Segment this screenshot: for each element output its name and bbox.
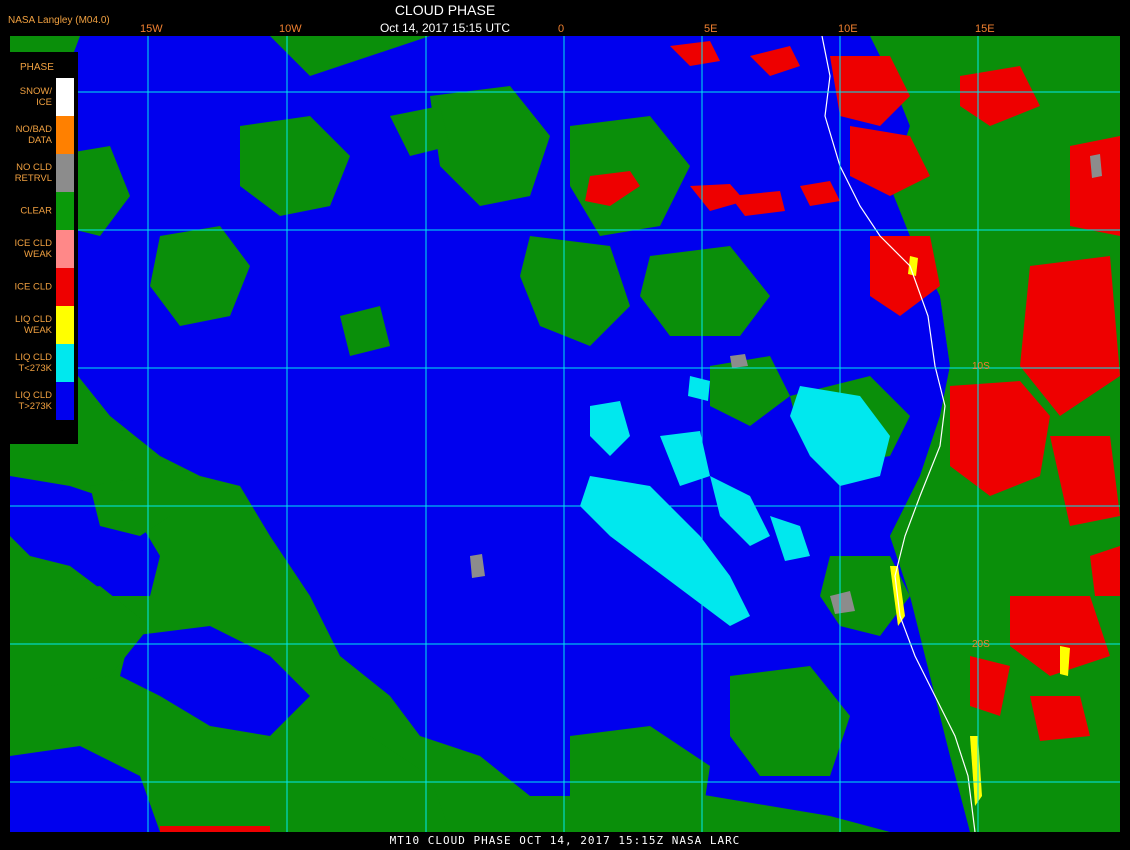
- legend-item: ICE CLD: [0, 268, 78, 306]
- legend-item: LIQ CLD T<273K: [0, 344, 78, 382]
- legend-color-swatch: [56, 154, 74, 192]
- lon-label-10w: 10W: [279, 23, 302, 35]
- legend-item: LIQ CLD T>273K: [0, 382, 78, 420]
- lon-label-0: 0: [558, 23, 565, 35]
- legend-color-swatch: [56, 230, 74, 268]
- legend-item-label: LIQ CLD T>273K: [15, 390, 52, 412]
- footer-bar: MT10 CLOUD PHASE OCT 14, 2017 15:15Z NAS…: [0, 832, 1130, 850]
- legend-heading: PHASE: [20, 62, 54, 73]
- legend-item: ICE CLD WEAK: [0, 230, 78, 268]
- legend-color-swatch: [56, 306, 74, 344]
- map-title: CLOUD PHASE: [394, 2, 496, 18]
- lon-label-15e: 15E: [975, 23, 995, 35]
- legend-item-label: LIQ CLD WEAK: [15, 314, 52, 336]
- legend-item-label: NO CLD RETRVL: [14, 162, 52, 184]
- lat-label-20s: 20S: [972, 639, 990, 650]
- map-graphic: [10, 36, 1120, 832]
- cloud-phase-map: 10S 20S: [10, 36, 1120, 832]
- legend-item-label: SNOW/ ICE: [19, 86, 52, 108]
- legend-item-label: ICE CLD WEAK: [14, 238, 52, 260]
- legend-color-swatch: [56, 344, 74, 382]
- legend-color-swatch: [56, 116, 74, 154]
- footer-caption: MT10 CLOUD PHASE OCT 14, 2017 15:15Z NAS…: [389, 834, 741, 847]
- legend-item: LIQ CLD WEAK: [0, 306, 78, 344]
- map-datetime: Oct 14, 2017 15:15 UTC: [379, 21, 511, 35]
- lon-label-10e: 10E: [838, 23, 858, 35]
- legend-item-label: ICE CLD: [14, 281, 52, 293]
- lon-label-15w: 15W: [140, 23, 163, 35]
- legend-item: CLEAR: [0, 192, 78, 230]
- legend-item: NO CLD RETRVL: [0, 154, 78, 192]
- legend-color-swatch: [56, 78, 74, 116]
- legend-item-label: CLEAR: [20, 205, 52, 217]
- phase-legend: PHASE SNOW/ ICE NO/BAD DATA NO CLD RETRVL C…: [0, 52, 78, 444]
- header-bar: NASA Langley (M04.0) CLOUD PHASE Oct 14,…: [0, 0, 1130, 36]
- legend-color-swatch: [56, 382, 74, 420]
- legend-item-label: LIQ CLD T<273K: [15, 352, 52, 374]
- legend-item: NO/BAD DATA: [0, 116, 78, 154]
- legend-item-label: NO/BAD DATA: [15, 124, 52, 146]
- lat-label-10s: 10S: [972, 361, 990, 372]
- legend-color-swatch: [56, 192, 74, 230]
- legend-item: SNOW/ ICE: [0, 78, 78, 116]
- legend-color-swatch: [56, 268, 74, 306]
- lon-label-5e: 5E: [704, 23, 718, 35]
